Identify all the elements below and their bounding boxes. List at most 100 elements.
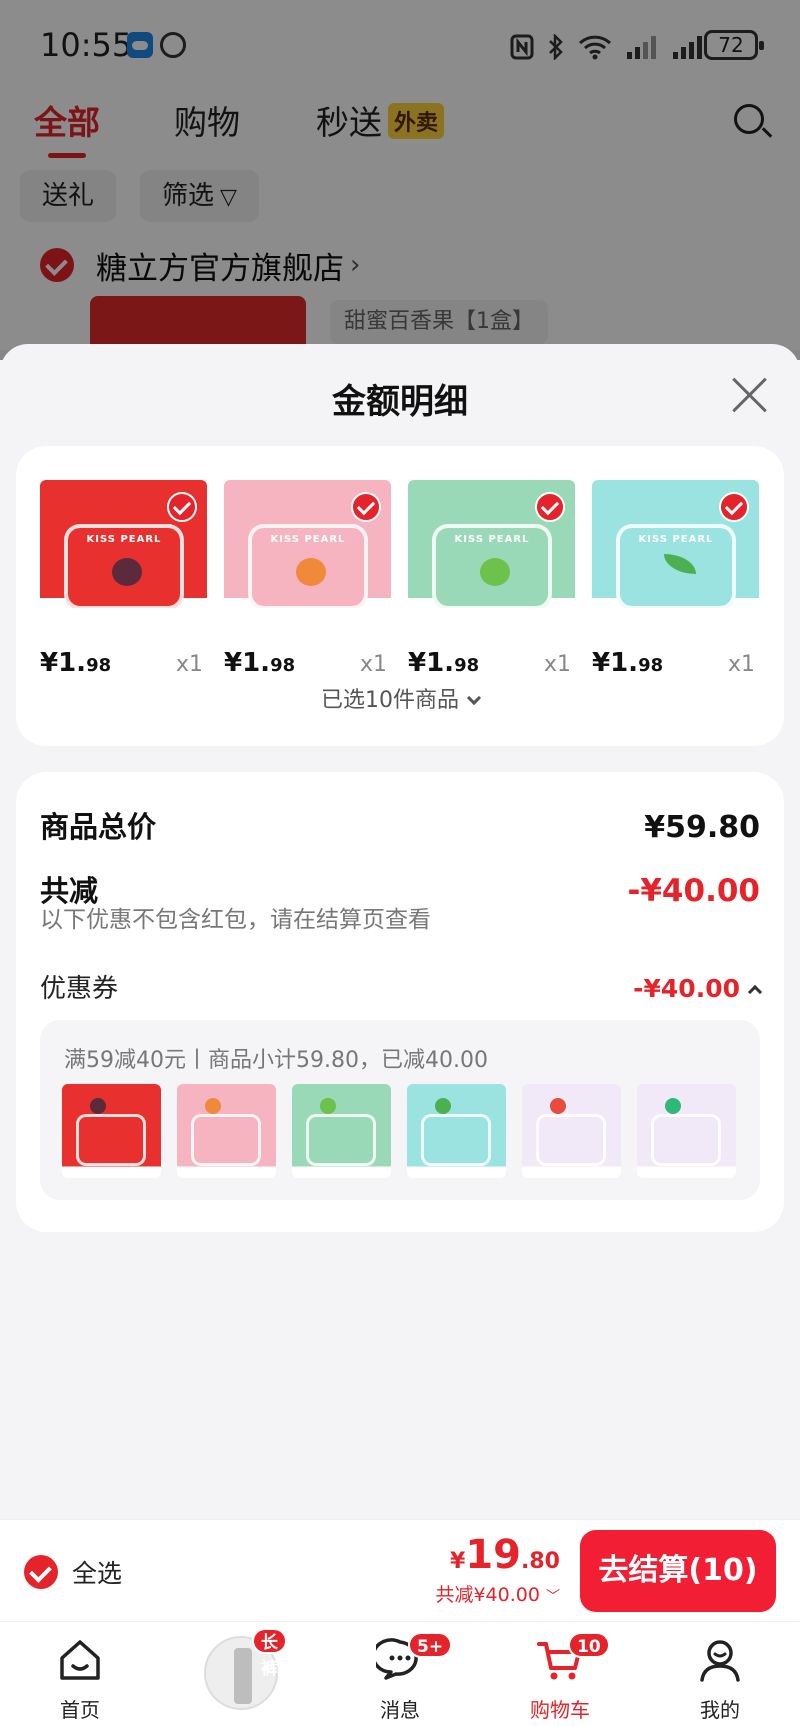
coupon-product-thumbnail[interactable] bbox=[177, 1084, 276, 1178]
price-summary-card: 商品总价 ¥59.80 共减 -¥40.00 以下优惠不包含红包，请在结算页查看… bbox=[16, 772, 784, 1232]
product-meta: ¥1.98 x1 bbox=[40, 648, 207, 678]
coupon-product-thumbnail[interactable] bbox=[292, 1084, 391, 1178]
coupon-products-row bbox=[62, 1084, 736, 1178]
product-image: KISS PEARL bbox=[408, 480, 575, 608]
price-integer: ¥1. bbox=[408, 648, 455, 678]
chevron-down-icon bbox=[466, 690, 482, 706]
product-meta: ¥1.98 x1 bbox=[224, 648, 391, 678]
sheet-title: 金额明细 bbox=[332, 382, 468, 422]
coupon-product-thumbnail[interactable] bbox=[62, 1084, 161, 1178]
fruit-image bbox=[320, 1098, 336, 1114]
product-card[interactable]: KISS PEARL ¥1.98 x1 bbox=[224, 480, 391, 678]
coupon-detail: 满59减40元丨商品小计59.80，已减40.00 bbox=[64, 1048, 488, 1073]
coupon-product-thumbnail[interactable] bbox=[407, 1084, 506, 1178]
total-discount-toggle[interactable]: 共减¥40.00 ﹀ bbox=[435, 1580, 560, 1607]
product-price: ¥1.98 bbox=[592, 648, 663, 678]
product-check-icon[interactable] bbox=[351, 492, 381, 522]
coupon-value-group: -¥40.00 bbox=[633, 974, 763, 1003]
products-row: KISS PEARL ¥1.98 x1 KISS PEARL ¥1.98 x1 KISS P… bbox=[40, 480, 759, 678]
price-integer: ¥1. bbox=[592, 648, 639, 678]
tin-box: KISS PEARL bbox=[64, 524, 184, 608]
select-all-check-icon[interactable] bbox=[24, 1555, 58, 1589]
tin-logo: KISS PEARL bbox=[454, 534, 530, 545]
coupon-product-thumbnail[interactable] bbox=[522, 1084, 621, 1178]
product-check-icon[interactable] bbox=[535, 492, 565, 522]
total-label: 商品总价 bbox=[40, 810, 157, 844]
nav-home-label: 首页 bbox=[60, 1698, 100, 1722]
fruit-image bbox=[435, 1098, 451, 1114]
nav-me-label: 我的 bbox=[700, 1698, 740, 1722]
price-integer: ¥1. bbox=[224, 648, 271, 678]
product-quantity: x1 bbox=[175, 652, 203, 677]
price-decimal: 98 bbox=[270, 655, 296, 676]
price-decimal: .80 bbox=[521, 1549, 560, 1574]
total-row: 商品总价 ¥59.80 bbox=[40, 804, 760, 846]
chevron-up-icon[interactable] bbox=[747, 984, 763, 1000]
coupon-product-thumbnail[interactable] bbox=[637, 1084, 736, 1178]
discount-value: -¥40.00 bbox=[627, 873, 761, 909]
price-decimal: 98 bbox=[454, 655, 480, 676]
product-meta: ¥1.98 x1 bbox=[592, 648, 759, 678]
nav-home[interactable]: 首页 bbox=[30, 1636, 130, 1722]
product-card[interactable]: KISS PEARL ¥1.98 x1 bbox=[408, 480, 575, 678]
nav-me[interactable]: 我的 bbox=[670, 1636, 770, 1722]
selected-count-label: 已选10件商品 bbox=[321, 688, 459, 713]
leaf-image bbox=[664, 554, 696, 574]
nav-cart[interactable]: 10 购物车 bbox=[510, 1632, 610, 1722]
modal-overlay[interactable] bbox=[0, 0, 800, 360]
product-image: KISS PEARL bbox=[224, 480, 391, 608]
tin-box bbox=[191, 1114, 261, 1166]
checkout-button[interactable]: 去结算(10) bbox=[580, 1530, 776, 1612]
tin-box bbox=[536, 1114, 606, 1166]
price-decimal: 98 bbox=[86, 655, 112, 676]
total-price: ¥19.80 bbox=[435, 1532, 560, 1578]
product-price: ¥1.98 bbox=[224, 648, 295, 678]
promo-badge: 长裤 bbox=[252, 1628, 287, 1679]
fruit-image bbox=[90, 1098, 106, 1114]
product-card[interactable]: KISS PEARL ¥1.98 x1 bbox=[592, 480, 759, 678]
close-icon[interactable] bbox=[730, 374, 770, 414]
product-meta: ¥1.98 x1 bbox=[408, 648, 575, 678]
profile-icon bbox=[700, 1640, 740, 1682]
select-all-toggle[interactable]: 全选 bbox=[24, 1554, 122, 1590]
selected-count-toggle[interactable]: 已选10件商品 bbox=[16, 682, 784, 714]
nav-messages[interactable]: 5+ 消息 bbox=[350, 1632, 453, 1722]
product-price: ¥1.98 bbox=[40, 648, 111, 678]
total-discount: 共减¥40.00 bbox=[435, 1584, 540, 1606]
coupon-row[interactable]: 优惠券 -¥40.00 bbox=[40, 968, 763, 1005]
tin-box: KISS PEARL bbox=[616, 524, 736, 608]
fruit-image bbox=[205, 1098, 221, 1114]
fruit-image bbox=[480, 558, 510, 586]
product-price: ¥1.98 bbox=[408, 648, 479, 678]
product-quantity: x1 bbox=[727, 652, 755, 677]
tin-logo: KISS PEARL bbox=[638, 534, 714, 545]
product-check-icon[interactable] bbox=[167, 492, 197, 522]
tin-box bbox=[421, 1114, 491, 1166]
tin-box bbox=[306, 1114, 376, 1166]
chevron-down-icon: ﹀ bbox=[546, 1589, 560, 1605]
messages-badge: 5+ bbox=[408, 1632, 453, 1658]
coupon-label: 优惠券 bbox=[40, 974, 119, 1004]
selected-products-card: KISS PEARL ¥1.98 x1 KISS PEARL ¥1.98 x1 KISS P… bbox=[16, 446, 784, 746]
fruit-image bbox=[550, 1098, 566, 1114]
fruit-image bbox=[296, 558, 326, 586]
tin-logo: KISS PEARL bbox=[270, 534, 346, 545]
price-decimal: 98 bbox=[638, 655, 664, 676]
product-quantity: x1 bbox=[543, 652, 571, 677]
total-value: ¥59.80 bbox=[644, 810, 760, 845]
amount-detail-sheet: 金额明细 KISS PEARL ¥1.98 x1 KISS PEARL ¥1.98 x1 K… bbox=[0, 344, 800, 1519]
bottom-nav: 首页 长裤 5+ 消息 10 购物车 我的 bbox=[0, 1621, 800, 1726]
coupon-detail-box: 满59减40元丨商品小计59.80，已减40.00 bbox=[40, 1020, 760, 1200]
coupon-value: -¥40.00 bbox=[633, 974, 740, 1003]
product-image: KISS PEARL bbox=[592, 480, 759, 608]
checkout-bar: 全选 ¥19.80 共减¥40.00 ﹀ 去结算(10) bbox=[0, 1519, 800, 1621]
fruit-image bbox=[112, 558, 142, 586]
price-integer: ¥1. bbox=[40, 648, 87, 678]
product-check-icon[interactable] bbox=[719, 492, 749, 522]
tin-box: KISS PEARL bbox=[248, 524, 368, 608]
product-card[interactable]: KISS PEARL ¥1.98 x1 bbox=[40, 480, 207, 678]
home-icon bbox=[60, 1640, 100, 1680]
cart-badge: 10 bbox=[568, 1632, 610, 1658]
tin-box: KISS PEARL bbox=[432, 524, 552, 608]
nav-messages-label: 消息 bbox=[380, 1698, 420, 1722]
